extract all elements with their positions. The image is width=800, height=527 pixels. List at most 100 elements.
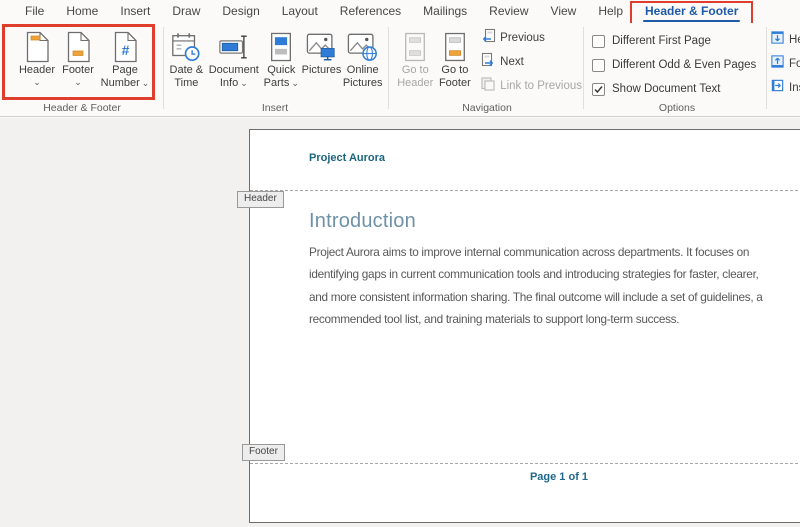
checkbox-checked-icon: [592, 83, 605, 96]
ribbon-tab-bar: File Home Insert Draw Design Layout Refe…: [0, 0, 800, 23]
footer-icon: [65, 29, 92, 64]
chevron-down-icon: ⌄: [142, 78, 150, 88]
tab-mailings-label: Mailings: [423, 4, 467, 18]
document-body: Project Aurora aims to improve internal …: [309, 241, 763, 331]
group-separator: [163, 27, 164, 109]
group-separator: [583, 27, 584, 109]
page-number-button-label-2: Number⌄: [101, 77, 150, 90]
date-time-button[interactable]: Date & Time: [166, 27, 207, 89]
tab-draw[interactable]: Draw: [161, 0, 211, 23]
word-window: File Home Insert Draw Design Layout Refe…: [0, 0, 800, 527]
checkbox-different-first-page[interactable]: Different First Page: [592, 34, 764, 48]
checkbox-different-odd-even-pages[interactable]: Different Odd & Even Pages: [592, 58, 764, 72]
link-to-previous-button: Link to Previous: [480, 78, 582, 94]
go-to-footer-label-1: Go to: [441, 64, 468, 77]
tab-insert[interactable]: Insert: [109, 0, 161, 23]
different-first-page-label: Different First Page: [612, 35, 711, 47]
group-label-navigation: Navigation: [392, 102, 582, 114]
next-icon: [480, 52, 496, 73]
tab-file[interactable]: File: [14, 0, 55, 23]
group-separator: [388, 27, 389, 109]
tab-design-label: Design: [222, 4, 259, 18]
insert-alignment-tab-label: Insert Alignment Tab: [789, 82, 800, 94]
next-label: Next: [500, 56, 524, 68]
footer-from-bottom-label: Footer from Bottom: [789, 58, 800, 70]
date-time-label-1: Date &: [170, 64, 204, 77]
online-pictures-button[interactable]: Online Pictures: [341, 27, 384, 89]
tab-review-label: Review: [489, 4, 528, 18]
previous-button[interactable]: Previous: [480, 30, 582, 46]
date-time-icon: [170, 29, 202, 64]
tab-references[interactable]: References: [329, 0, 412, 23]
go-to-footer-button[interactable]: Go to Footer: [436, 27, 475, 89]
footer-from-bottom-icon: [770, 54, 785, 74]
tab-header-footer[interactable]: Header & Footer: [634, 0, 749, 23]
show-document-text-label: Show Document Text: [612, 83, 720, 95]
tab-file-label: File: [25, 4, 44, 18]
page-number-icon: #: [112, 29, 139, 64]
document-info-button[interactable]: Document Info⌄: [207, 27, 261, 89]
tab-home[interactable]: Home: [55, 0, 109, 23]
page-number-button-label-1: Page: [112, 64, 138, 77]
date-time-label-2: Time: [174, 77, 198, 90]
document-footer-text[interactable]: Page 1 of 1: [250, 471, 800, 483]
link-to-previous-icon: [480, 76, 496, 97]
document-page[interactable]: Project Aurora Header Introduction Proje…: [249, 129, 800, 523]
chevron-down-icon: ⌄: [33, 78, 41, 87]
pictures-button[interactable]: Pictures: [302, 27, 342, 77]
group-position: Header from Top Footer from Bottom Inser…: [770, 23, 800, 116]
tab-home-label: Home: [66, 4, 98, 18]
footer-button-label: Footer: [62, 64, 94, 77]
header-button[interactable]: Header ⌄: [16, 27, 58, 87]
tab-insert-label: Insert: [120, 4, 150, 18]
header-from-top-icon: [770, 30, 785, 50]
document-canvas: Project Aurora Header Introduction Proje…: [0, 118, 800, 527]
tab-view-label: View: [551, 4, 577, 18]
body-line: recommended tool list, and training mate…: [309, 308, 763, 330]
online-pictures-icon: [346, 29, 380, 64]
group-separator: [766, 27, 767, 109]
document-info-label-2: Info⌄: [220, 77, 248, 90]
header-from-top-label: Header from Top: [789, 34, 800, 46]
footer-from-bottom-button[interactable]: Footer from Bottom: [770, 56, 800, 72]
document-header-text[interactable]: Project Aurora: [309, 152, 385, 164]
quick-parts-button[interactable]: Quick Parts⌄: [261, 27, 302, 89]
header-margin-label: Header: [237, 191, 284, 208]
svg-text:#: #: [121, 42, 129, 58]
footer-button[interactable]: Footer ⌄: [58, 27, 98, 87]
active-tab-underline: [643, 20, 740, 23]
previous-label: Previous: [500, 32, 545, 44]
link-to-previous-label: Link to Previous: [500, 80, 582, 92]
go-to-header-icon: [402, 29, 428, 64]
pictures-icon: [305, 29, 339, 64]
chevron-down-icon: ⌄: [240, 78, 248, 88]
insert-alignment-tab-button[interactable]: Insert Alignment Tab: [770, 80, 800, 96]
next-button[interactable]: Next: [480, 54, 582, 70]
quick-parts-icon: [267, 29, 295, 64]
tab-mailings[interactable]: Mailings: [412, 0, 478, 23]
quick-parts-label-1: Quick: [267, 64, 295, 77]
tab-header-footer-label: Header & Footer: [645, 4, 738, 18]
group-label-options: Options: [590, 102, 764, 114]
tab-help[interactable]: Help: [587, 0, 634, 23]
group-options: Different First Page Different Odd & Eve…: [590, 23, 764, 116]
page-number-button[interactable]: # Page Number⌄: [98, 27, 152, 89]
go-to-header-label-2: Header: [397, 77, 433, 90]
quick-parts-label-2: Parts⌄: [264, 77, 299, 90]
tab-design[interactable]: Design: [211, 0, 270, 23]
tab-review[interactable]: Review: [478, 0, 539, 23]
group-header-footer: Header ⌄ Footer ⌄ # Page Number⌄: [6, 23, 158, 116]
tab-view[interactable]: View: [540, 0, 588, 23]
insert-alignment-tab-icon: [770, 78, 785, 98]
group-label-header-footer: Header & Footer: [6, 102, 158, 114]
body-line: and more consistent information sharing.…: [309, 286, 763, 308]
tab-layout[interactable]: Layout: [271, 0, 329, 23]
header-boundary-line: [250, 190, 800, 191]
pictures-label: Pictures: [302, 64, 342, 77]
body-line: identifying gaps in current communicatio…: [309, 263, 763, 285]
header-from-top-button[interactable]: Header from Top: [770, 32, 800, 48]
checkbox-show-document-text[interactable]: Show Document Text: [592, 82, 764, 96]
chevron-down-icon: ⌄: [291, 78, 299, 88]
footer-boundary-line: [250, 463, 800, 464]
online-pictures-label-2: Pictures: [343, 77, 383, 90]
